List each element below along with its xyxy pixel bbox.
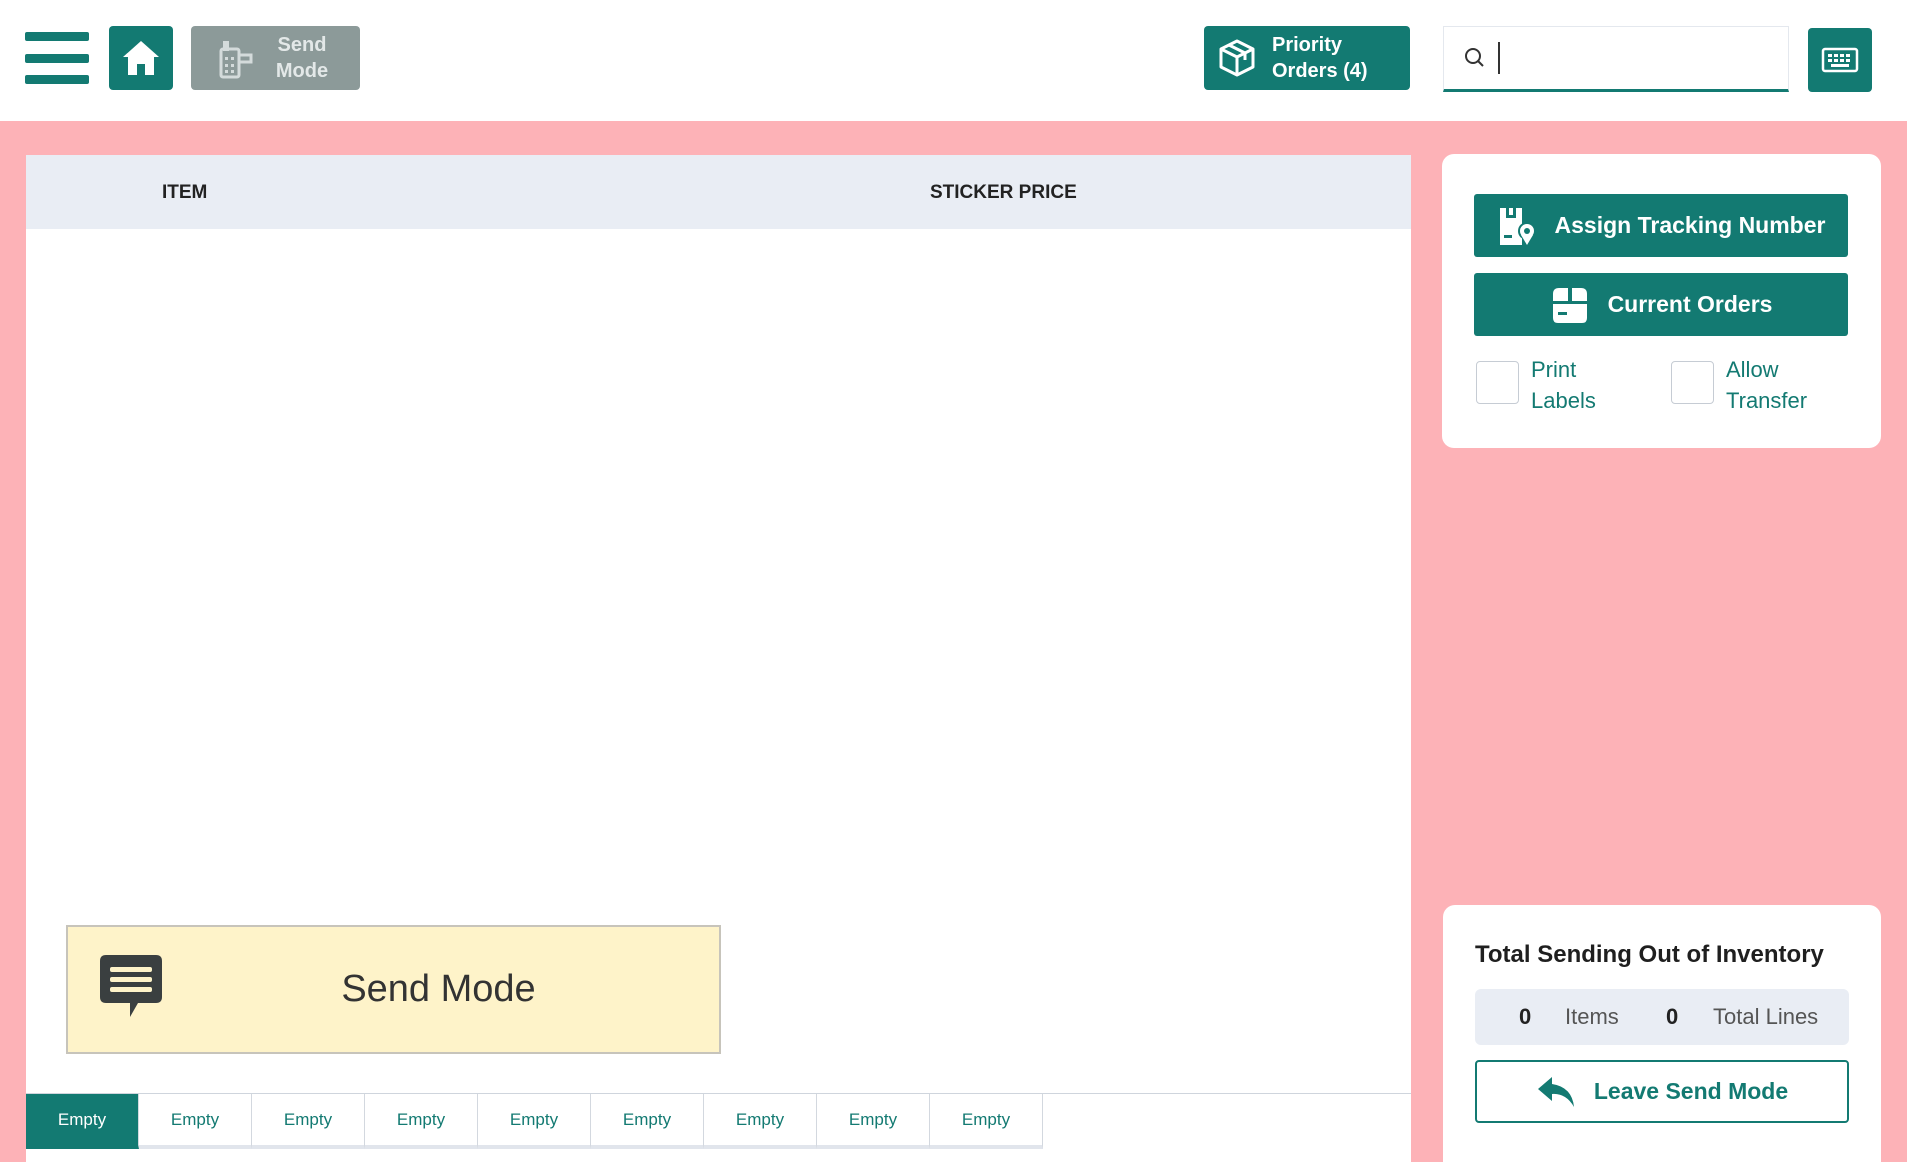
priority-orders-button[interactable]: Priority Orders (4) xyxy=(1204,26,1410,90)
home-button[interactable] xyxy=(109,26,173,90)
send-mode-banner: Send Mode xyxy=(66,925,721,1054)
total-lines-label: Total Lines xyxy=(1713,1004,1819,1029)
table-body xyxy=(26,229,1411,829)
column-header-sticker-price: STICKER PRICE xyxy=(930,182,1077,203)
package-box-icon xyxy=(1219,39,1255,77)
order-tab[interactable]: Empty xyxy=(591,1094,704,1149)
send-mode-banner-text: Send Mode xyxy=(341,968,536,1010)
send-mode-label: Send Mode xyxy=(275,34,329,82)
send-mode-button[interactable]: Send Mode xyxy=(191,26,360,90)
total-lines-count: 0 xyxy=(1666,1004,1679,1029)
hamburger-icon xyxy=(25,32,89,41)
print-labels-label: Print Labels xyxy=(1531,357,1596,413)
item-list-panel: ITEM STICKER PRICE Send Mode Empty Empty… xyxy=(26,155,1411,1162)
search-field[interactable] xyxy=(1443,26,1789,92)
search-icon xyxy=(1465,48,1484,67)
order-tabs: Empty Empty Empty Empty Empty Empty Empt… xyxy=(26,1094,1043,1149)
current-orders-button[interactable]: Current Orders xyxy=(1474,273,1848,336)
leave-send-mode-label: Leave Send Mode xyxy=(1593,1078,1789,1104)
order-tab[interactable]: Empty xyxy=(365,1094,478,1149)
allow-transfer-label: Allow Transfer xyxy=(1726,357,1808,413)
leave-send-mode-button[interactable]: Leave Send Mode xyxy=(1475,1060,1849,1123)
items-count: 0 xyxy=(1519,1004,1532,1029)
order-tab[interactable]: Empty xyxy=(817,1094,930,1149)
search-input[interactable] xyxy=(1512,45,1772,71)
allow-transfer-option[interactable]: Allow Transfer xyxy=(1671,354,1826,416)
print-labels-checkbox[interactable] xyxy=(1476,361,1519,404)
order-tab[interactable]: Empty xyxy=(252,1094,365,1149)
order-tab[interactable]: Empty xyxy=(704,1094,817,1149)
totals-summary: 0 Items 0 Total Lines xyxy=(1475,989,1849,1045)
actions-card: Assign Tracking Number Current Orders Pr… xyxy=(1442,154,1881,448)
archive-box-icon xyxy=(1552,287,1587,323)
keyboard-button[interactable] xyxy=(1808,28,1872,92)
totals-card: Total Sending Out of Inventory 0 Items 0… xyxy=(1443,905,1881,1162)
order-tab[interactable]: Empty xyxy=(930,1094,1043,1149)
order-tab[interactable]: Empty xyxy=(26,1094,139,1149)
reply-arrow-icon xyxy=(1537,1076,1574,1107)
print-labels-option[interactable]: Print Labels xyxy=(1476,354,1611,416)
allow-transfer-checkbox[interactable] xyxy=(1671,361,1714,404)
priority-orders-label: Priority Orders (4) xyxy=(1272,34,1368,82)
assign-tracking-number-button[interactable]: Assign Tracking Number xyxy=(1474,194,1848,257)
home-icon xyxy=(123,41,159,75)
top-bar: Send Mode Priority Orders (4) xyxy=(0,0,1907,121)
keyboard-icon xyxy=(1821,47,1859,73)
column-header-item: ITEM xyxy=(162,182,208,203)
order-tab[interactable]: Empty xyxy=(478,1094,591,1149)
totals-title: Total Sending Out of Inventory xyxy=(1475,941,1824,968)
shipping-tracking-icon xyxy=(1499,207,1536,245)
card-terminal-icon xyxy=(219,41,253,79)
items-label: Items xyxy=(1565,1004,1619,1029)
current-orders-label: Current Orders xyxy=(1607,291,1773,317)
table-header: ITEM STICKER PRICE xyxy=(26,155,1411,229)
text-cursor xyxy=(1498,42,1500,74)
hamburger-menu-button[interactable] xyxy=(24,32,90,84)
order-tab[interactable]: Empty xyxy=(139,1094,252,1149)
assign-tracking-number-label: Assign Tracking Number xyxy=(1554,212,1826,238)
